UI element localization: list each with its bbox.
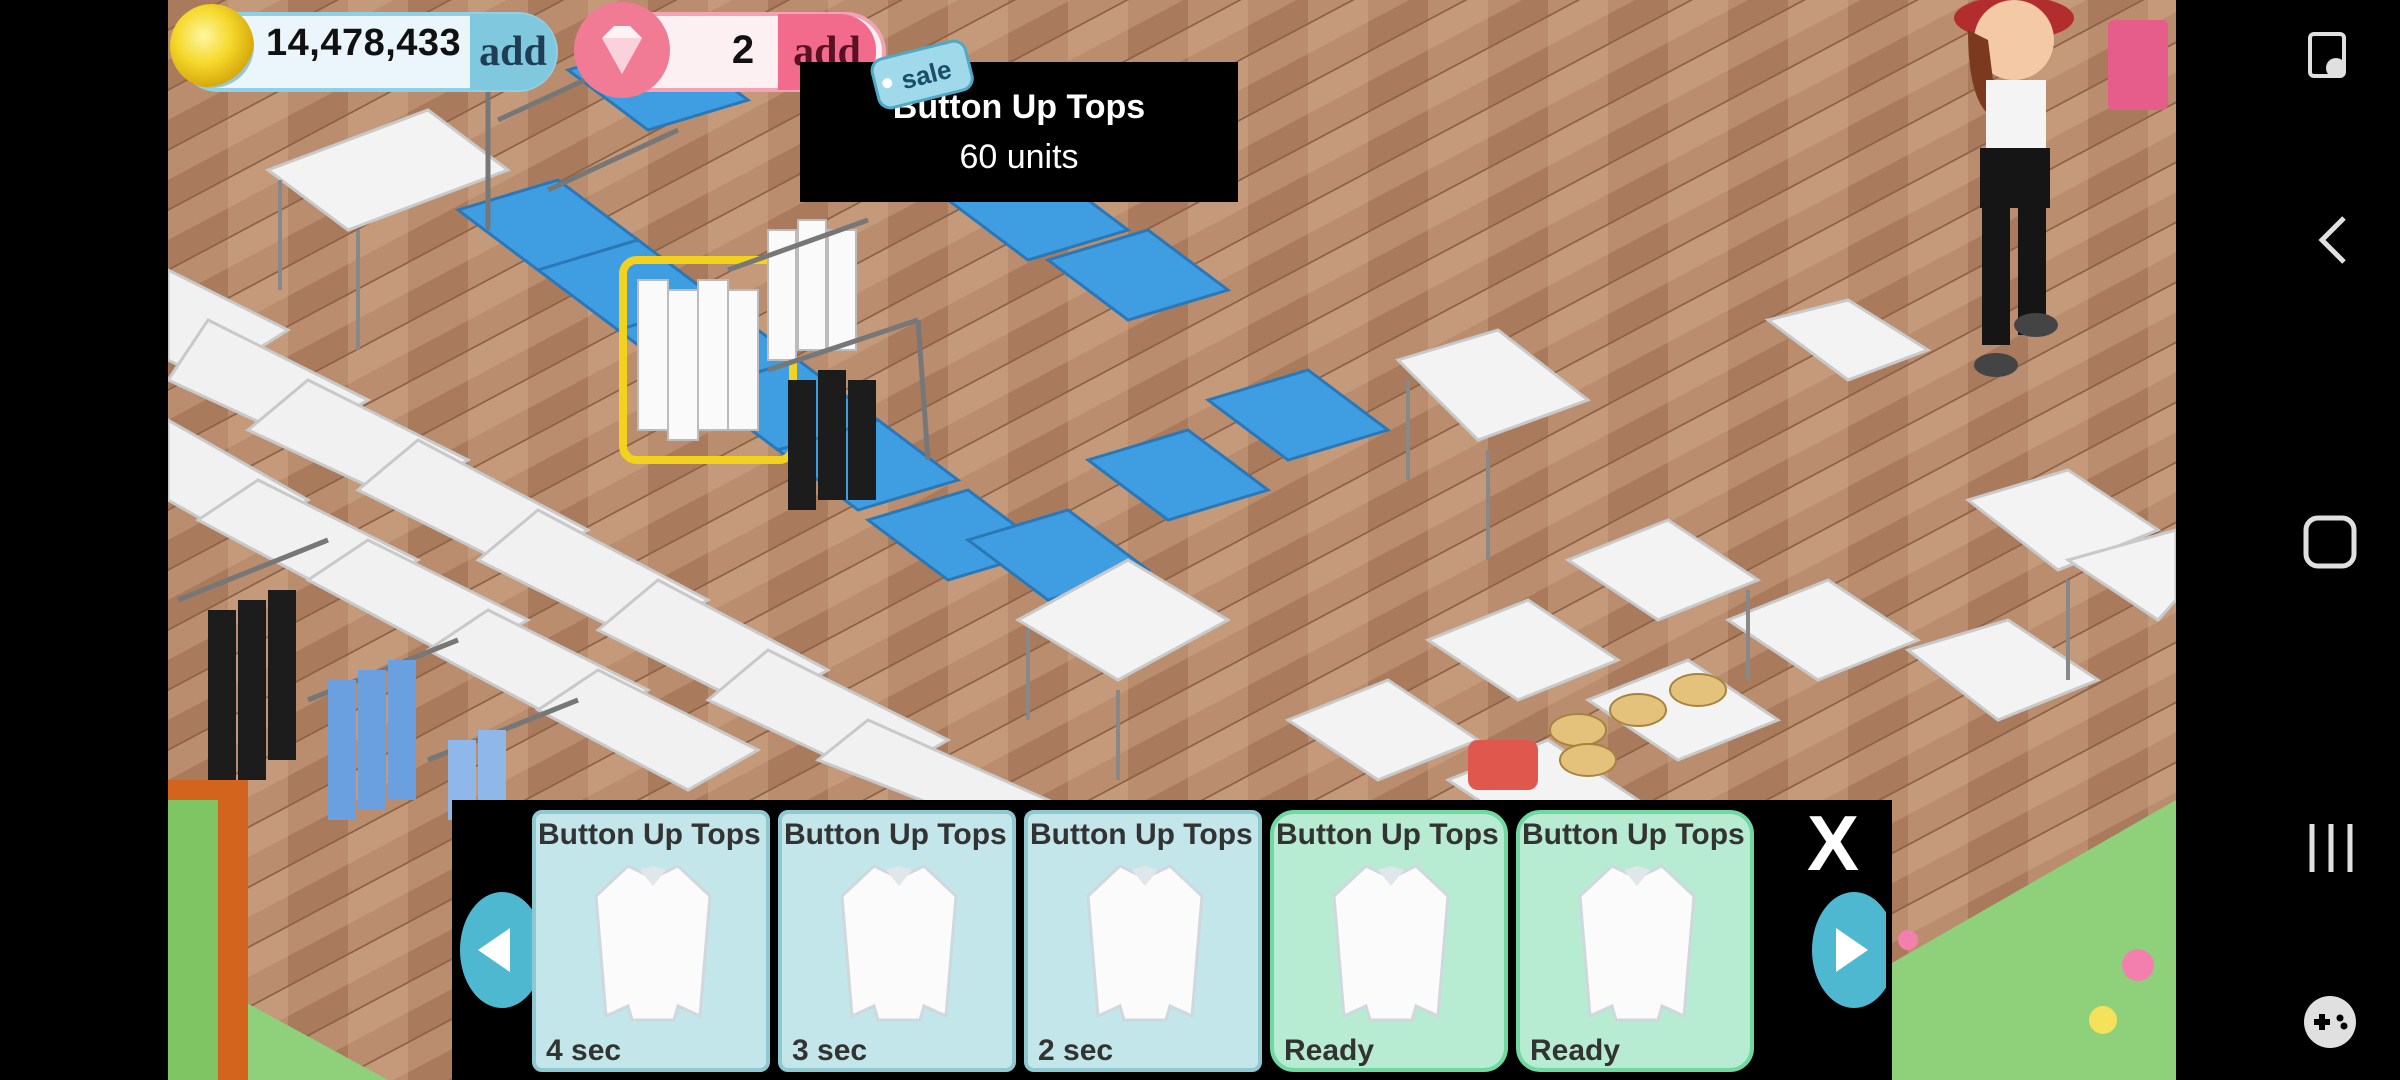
tray-item-status: Ready	[1284, 1034, 1375, 1067]
coin-icon	[170, 4, 254, 88]
add-coins-button[interactable]: add	[470, 14, 556, 90]
coin-balance: 14,478,433	[266, 22, 462, 64]
tray-item-card[interactable]: Button Up Tops 2 sec	[1024, 810, 1262, 1072]
recents-icon[interactable]	[2304, 818, 2358, 878]
gem-icon	[574, 2, 670, 98]
tooltip-units: 60 units	[959, 138, 1079, 176]
button-up-top-icon	[1086, 864, 1204, 1022]
close-tray-button[interactable]: X	[1798, 804, 1868, 882]
button-up-top-icon	[1332, 864, 1450, 1022]
game-tools-icon[interactable]	[2300, 992, 2360, 1052]
tray-item-timer: 2 sec	[1038, 1034, 1114, 1067]
tray-item-name: Button Up Tops	[1522, 818, 1745, 851]
tray-item-card-ready[interactable]: Button Up Tops Ready	[1516, 810, 1754, 1072]
left-black-bar	[0, 0, 168, 1080]
tray-item-name: Button Up Tops	[538, 818, 761, 851]
system-navigation-bar	[2176, 0, 2400, 1080]
tray-item-name: Button Up Tops	[1030, 818, 1253, 851]
home-icon[interactable]	[2300, 512, 2360, 572]
clothing-rack-left-black	[208, 590, 296, 790]
clothing-rack-black	[788, 370, 876, 510]
back-icon[interactable]	[2310, 210, 2360, 270]
tray-item-card[interactable]: Button Up Tops 4 sec	[532, 810, 770, 1072]
screen-lock-icon[interactable]	[2300, 28, 2360, 88]
tray-item-status: Ready	[1530, 1034, 1621, 1067]
sale-tag-icon: sale	[870, 39, 974, 110]
gem-balance: 2	[731, 28, 755, 72]
tray-item-timer: 4 sec	[546, 1034, 622, 1067]
tray-item-name: Button Up Tops	[1276, 818, 1499, 851]
button-up-top-icon	[1578, 864, 1696, 1022]
button-up-top-icon	[594, 864, 712, 1022]
scroll-left-arrow-icon[interactable]	[458, 890, 532, 1010]
production-tray: Button Up Tops 4 sec Button Up Tops 3 se…	[452, 800, 1892, 1080]
scroll-right-arrow-icon[interactable]	[1812, 890, 1886, 1010]
tray-item-name: Button Up Tops	[784, 818, 1007, 851]
tray-item-timer: 3 sec	[792, 1034, 868, 1067]
button-up-top-icon	[840, 864, 958, 1022]
tray-item-card[interactable]: Button Up Tops 3 sec	[778, 810, 1016, 1072]
clothing-rack-left-blue	[328, 660, 416, 820]
tray-item-card-ready[interactable]: Button Up Tops Ready	[1270, 810, 1508, 1072]
game-viewport[interactable]: 14,478,433 add 2 add Button Up Tops 60 u…	[168, 0, 2176, 1080]
